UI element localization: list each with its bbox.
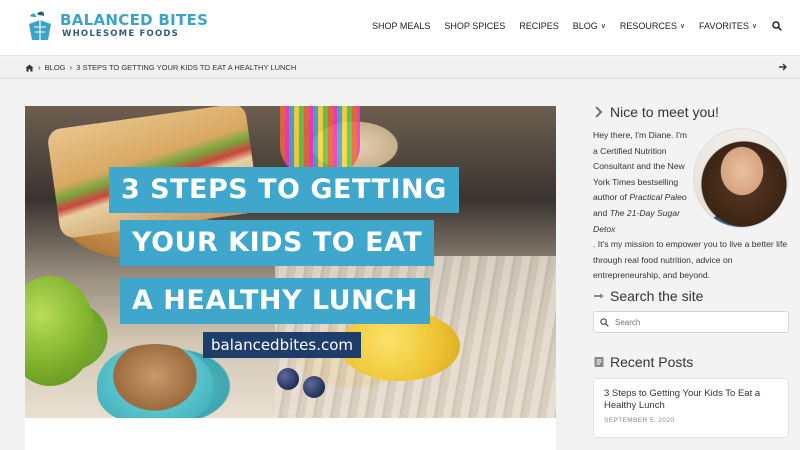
hero-url-badge: balancedbites.com — [203, 332, 361, 358]
chevron-right-icon — [595, 106, 603, 118]
logo-subtitle: WHOLESOME FOODS — [62, 29, 179, 39]
hero-title-line-3: A HEALTHY LUNCH — [120, 278, 430, 324]
intro-heading: Nice to meet you! — [593, 104, 789, 120]
search-input[interactable] — [615, 317, 775, 327]
site-logo[interactable]: BALANCED BITES WHOLESOME FOODS — [26, 10, 208, 42]
recent-posts-heading: Recent Posts — [593, 354, 789, 370]
nav-label: SHOP SPICES — [444, 21, 506, 31]
breadcrumb: › BLOG › 3 STEPS TO GETTING YOUR KIDS TO… — [25, 63, 296, 72]
breadcrumb-current: 3 STEPS TO GETTING YOUR KIDS TO EAT A HE… — [76, 63, 297, 72]
nav-item-blog[interactable]: BLOG ∨ — [573, 21, 606, 31]
intro-text-part: . It's my mission to empower you to live… — [593, 239, 788, 281]
hero-title-line-2: YOUR KIDS TO EAT — [120, 220, 435, 266]
search-icon — [600, 317, 609, 327]
document-icon — [594, 357, 604, 367]
nav-item-recipes[interactable]: RECIPES — [519, 21, 559, 31]
sidebar: Nice to meet you! Hey there, I'm Diane. … — [593, 104, 789, 438]
nav-item-favorites[interactable]: FAVORITES ∨ — [699, 21, 757, 31]
author-avatar — [693, 128, 789, 228]
recent-post-title[interactable]: 3 Steps to Getting Your Kids To Eat a He… — [604, 388, 778, 412]
search-heading: Search the site — [593, 288, 789, 304]
book-title: The 21-Day Sugar Detox — [593, 207, 680, 234]
chevron-down-icon: ∨ — [679, 23, 686, 30]
logo-title: BALANCED BITES — [60, 11, 209, 29]
search-icon[interactable] — [772, 21, 782, 31]
intro-text-part: and — [593, 207, 608, 218]
breadcrumb-separator: › — [38, 63, 41, 72]
recent-post-item[interactable]: 3 Steps to Getting Your Kids To Eat a He… — [593, 378, 789, 438]
breadcrumb-separator: › — [69, 63, 73, 72]
recent-post-date: SEPTEMBER 5, 2020 — [604, 417, 675, 424]
hand-pointing-icon — [594, 293, 604, 299]
intro-paragraph: Hey there, I'm Diane. I'm a Certified Nu… — [593, 128, 693, 237]
pencils-graphic — [280, 106, 360, 176]
logo-mark-icon — [29, 11, 51, 40]
recent-posts-heading-text: Recent Posts — [610, 354, 694, 370]
chevron-down-icon: ∨ — [751, 23, 757, 30]
sidebar-search-box[interactable] — [593, 311, 789, 333]
site-header: BALANCED BITES WHOLESOME FOODS SHOP MEAL… — [0, 0, 800, 56]
featured-image[interactable]: 3 STEPS TO GETTING YOUR KIDS TO EAT A HE… — [25, 106, 556, 418]
intro-heading-text: Nice to meet you! — [610, 104, 719, 120]
arrow-right-icon[interactable] — [778, 62, 788, 72]
nav-label: RECIPES — [519, 21, 559, 31]
book-title: Practical Paleo — [629, 192, 687, 203]
post-card: 3 STEPS TO GETTING YOUR KIDS TO EAT A HE… — [25, 106, 556, 450]
nav-label: BLOG — [572, 21, 598, 31]
breadcrumb-bar: › BLOG › 3 STEPS TO GETTING YOUR KIDS TO… — [0, 57, 800, 79]
chevron-down-icon: ∨ — [600, 23, 606, 30]
breadcrumb-blog-link[interactable]: BLOG — [45, 63, 66, 72]
main-nav: SHOP MEALS SHOP SPICES RECIPES BLOG ∨ RES… — [358, 21, 782, 31]
blueberry-graphic — [303, 376, 325, 398]
search-heading-text: Search the site — [610, 288, 704, 304]
hero-title-line-1: 3 STEPS TO GETTING — [109, 167, 459, 213]
nav-item-shop-spices[interactable]: SHOP SPICES — [444, 21, 505, 31]
intro-widget: Hey there, I'm Diane. I'm a Certified Nu… — [593, 128, 789, 280]
nav-label: RESOURCES — [619, 21, 677, 31]
nav-item-shop-meals[interactable]: SHOP MEALS — [372, 21, 430, 31]
nav-label: SHOP MEALS — [372, 21, 431, 31]
home-icon[interactable] — [25, 64, 34, 72]
nav-item-resources[interactable]: RESOURCES ∨ — [620, 21, 685, 31]
nav-label: FAVORITES — [699, 21, 749, 31]
apple-graphic — [25, 276, 95, 386]
nut-bowl-graphic — [97, 344, 213, 418]
blueberry-graphic — [277, 368, 299, 390]
